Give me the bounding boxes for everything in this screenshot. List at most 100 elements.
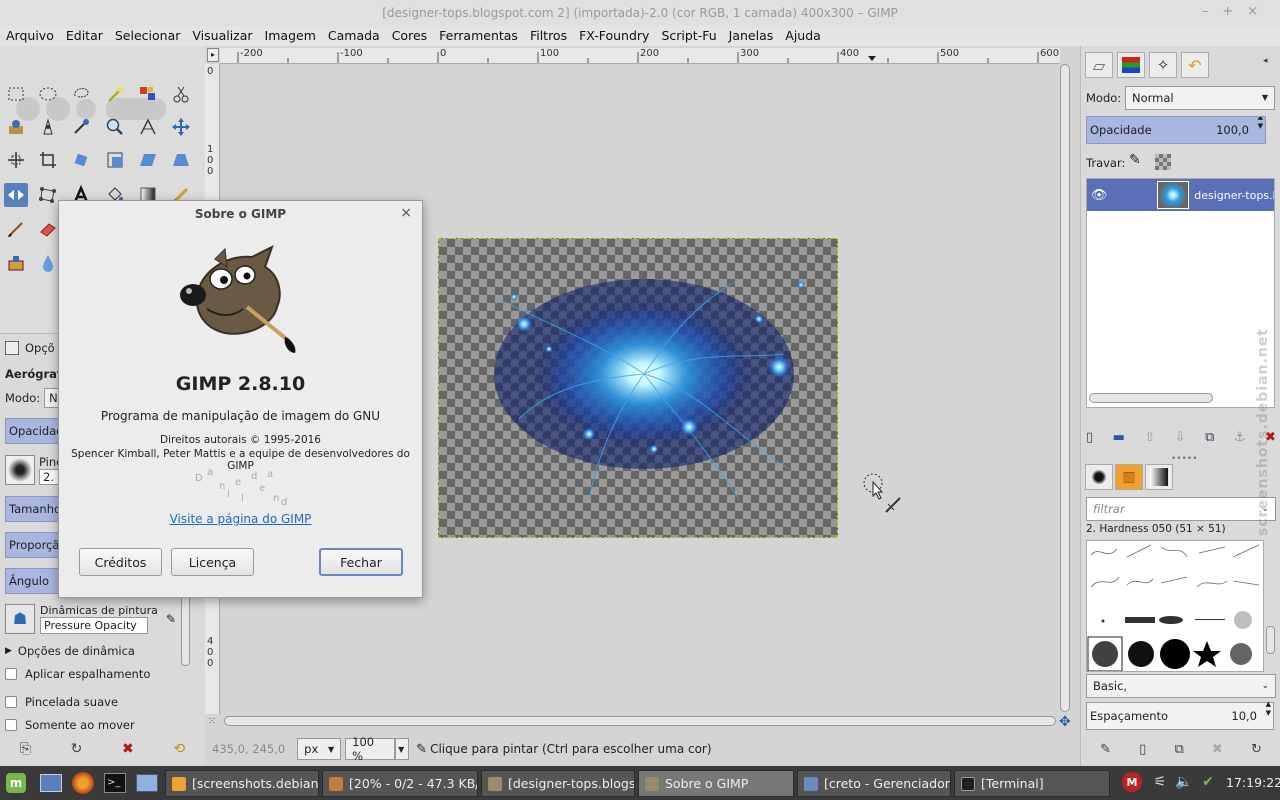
brush-grid-scrollbar[interactable] bbox=[1266, 626, 1275, 654]
dock-menu-icon[interactable]: ◂ bbox=[1263, 56, 1268, 66]
edit-dynamics-icon[interactable]: ✎ bbox=[166, 612, 176, 626]
paths-tab[interactable]: ✧ bbox=[1149, 52, 1177, 78]
tool-options-scrollbar[interactable] bbox=[181, 590, 190, 666]
clock[interactable]: 17:19:22 bbox=[1226, 775, 1280, 790]
zoom-dropdown-button[interactable]: ▼ bbox=[395, 738, 410, 760]
menu-camada[interactable]: Camada bbox=[322, 26, 386, 46]
crop-tool-icon[interactable] bbox=[36, 148, 60, 172]
mint-menu-icon[interactable]: m bbox=[6, 773, 26, 793]
lower-layer-icon[interactable]: ⇩ bbox=[1175, 430, 1186, 445]
menu-selecionar[interactable]: Selecionar bbox=[109, 26, 187, 46]
layer-opacity-slider[interactable]: Opacidade 100,0 ▲ ▼ bbox=[1086, 116, 1266, 144]
channels-tab[interactable] bbox=[1117, 52, 1145, 78]
update-manager-icon[interactable]: ✔ bbox=[1198, 772, 1218, 792]
brushes-tab[interactable] bbox=[1085, 464, 1113, 490]
brush-tag-select[interactable]: Basic, ⌄ bbox=[1086, 674, 1276, 698]
tool-options-tab[interactable]: Opçõ bbox=[5, 336, 55, 360]
menu-cores[interactable]: Cores bbox=[386, 26, 433, 46]
cage-tool-icon[interactable] bbox=[36, 183, 60, 207]
brush-preview-icon[interactable] bbox=[5, 455, 35, 485]
raise-layer-icon[interactable]: ⇧ bbox=[1144, 430, 1155, 445]
layer-row[interactable]: 👁 designer-tops.b bbox=[1087, 179, 1274, 211]
task-screenshots[interactable]: [screenshots.debian.... bbox=[165, 770, 319, 797]
task-about-gimp[interactable]: Sobre o GIMP bbox=[638, 770, 794, 797]
horizontal-ruler[interactable]: -200 -100 0 100 200 300 400 500 600 bbox=[220, 48, 1060, 64]
zoom-select[interactable]: 100 % bbox=[345, 735, 396, 763]
new-layer-icon[interactable]: ▯ bbox=[1086, 430, 1093, 445]
reset-options-icon[interactable]: ⟲ bbox=[173, 741, 185, 757]
smooth-stroke-checkbox[interactable]: Pincelada suave bbox=[5, 690, 118, 714]
minimize-icon[interactable]: – bbox=[1202, 4, 1223, 19]
gradients-tab[interactable] bbox=[1145, 464, 1173, 490]
align-tool-icon[interactable] bbox=[4, 148, 28, 172]
menu-ajuda[interactable]: Ajuda bbox=[779, 26, 827, 46]
close-button[interactable]: Fechar bbox=[319, 548, 403, 576]
zoom-tool-icon[interactable] bbox=[103, 115, 127, 139]
firefox-launcher-icon[interactable] bbox=[72, 772, 94, 794]
paths-tool-icon[interactable] bbox=[36, 115, 60, 139]
menu-arquivo[interactable]: Arquivo bbox=[0, 26, 60, 46]
dynamics-options-expander[interactable]: ▶ Opções de dinâmica bbox=[5, 639, 135, 663]
brush-spacing-slider[interactable]: Espaçamento 10,0 ▲ ▼ bbox=[1086, 700, 1274, 730]
rotate-tool-icon[interactable] bbox=[69, 148, 93, 172]
patterns-tab[interactable]: ▥ bbox=[1115, 464, 1143, 490]
menu-editar[interactable]: Editar bbox=[60, 26, 109, 46]
layer-list-scrollbar[interactable] bbox=[1089, 393, 1213, 403]
layer-visibility-eye-icon[interactable]: 👁 bbox=[1087, 188, 1111, 203]
dynamics-icon[interactable]: ☗ bbox=[5, 604, 35, 634]
image-canvas[interactable] bbox=[438, 238, 838, 538]
navigate-icon[interactable]: ✥ bbox=[1059, 714, 1071, 730]
horizontal-scrollbar[interactable] bbox=[224, 716, 1056, 726]
terminal-launcher-icon[interactable]: >_ bbox=[104, 773, 126, 793]
layer-name[interactable]: designer-tops.b bbox=[1194, 189, 1274, 202]
scissors-select-icon[interactable] bbox=[169, 82, 193, 106]
menu-fx-foundry[interactable]: FX-Foundry bbox=[573, 26, 655, 46]
delete-brush-icon[interactable]: ✖ bbox=[1212, 742, 1223, 757]
undo-history-tab[interactable]: ↶ bbox=[1181, 52, 1209, 78]
spin-arrows-icon[interactable]: ▲ ▼ bbox=[1258, 117, 1263, 131]
clone-tool-icon[interactable] bbox=[4, 251, 28, 275]
fuzzy-select-icon[interactable] bbox=[103, 82, 127, 106]
layer-mode-select[interactable]: Normal ▼ bbox=[1125, 86, 1275, 110]
flip-tool-icon[interactable] bbox=[4, 183, 28, 207]
zoom-to-fit-icon[interactable]: ⁙ bbox=[208, 716, 216, 727]
volume-icon[interactable]: 🔈 bbox=[1174, 772, 1194, 792]
mail-notification-icon[interactable]: M bbox=[1122, 772, 1142, 792]
lock-alpha-icon[interactable] bbox=[1155, 154, 1171, 170]
paintbrush-tool-icon[interactable] bbox=[4, 217, 28, 241]
credits-button[interactable]: Créditos bbox=[79, 548, 162, 576]
lasso-select-icon[interactable] bbox=[69, 82, 93, 106]
menu-filtros[interactable]: Filtros bbox=[524, 26, 573, 46]
brush-grid[interactable] bbox=[1086, 540, 1264, 672]
task-gimp-image[interactable]: [designer-tops.blogs... bbox=[481, 770, 635, 797]
smooth-stroke-check[interactable] bbox=[5, 696, 17, 708]
anchor-layer-icon[interactable]: ⚓ bbox=[1234, 430, 1246, 445]
duplicate-layer-icon[interactable]: ⧉ bbox=[1205, 430, 1214, 445]
motion-only-checkbox[interactable]: Somente ao mover bbox=[5, 718, 135, 732]
gimp-website-link[interactable]: Visite a página do GIMP bbox=[59, 512, 422, 526]
duplicate-brush-icon[interactable]: ⧉ bbox=[1174, 742, 1183, 757]
task-terminal[interactable]: [Terminal] bbox=[954, 770, 1110, 797]
dynamics-field[interactable]: Pressure Opacity bbox=[40, 617, 148, 634]
menu-janelas[interactable]: Janelas bbox=[723, 26, 780, 46]
blur-tool-icon[interactable] bbox=[36, 251, 60, 275]
new-layer-group-icon[interactable]: ▬ bbox=[1113, 430, 1125, 445]
unit-select[interactable]: px ▼ bbox=[297, 738, 342, 760]
quick-mask-menu-icon[interactable]: ▸ bbox=[207, 48, 219, 62]
color-picker-icon[interactable] bbox=[69, 115, 93, 139]
perspective-tool-icon[interactable] bbox=[169, 148, 193, 172]
menu-imagem[interactable]: Imagem bbox=[259, 26, 322, 46]
spin-arrows-icon[interactable]: ▲ ▼ bbox=[1266, 700, 1271, 718]
measure-tool-icon[interactable] bbox=[136, 115, 160, 139]
restore-options-icon[interactable]: ↻ bbox=[71, 741, 83, 757]
eraser-tool-icon[interactable] bbox=[36, 217, 60, 241]
task-download[interactable]: [20% - 0/2 - 47.3 KB/s... bbox=[322, 770, 478, 797]
menu-ferramentas[interactable]: Ferramentas bbox=[433, 26, 524, 46]
move-tool-icon[interactable] bbox=[169, 115, 193, 139]
motion-only-check[interactable] bbox=[5, 719, 17, 731]
files-launcher-icon[interactable] bbox=[136, 774, 158, 792]
scale-tool-icon[interactable] bbox=[103, 148, 127, 172]
maximize-icon[interactable]: + bbox=[1222, 4, 1247, 19]
close-icon[interactable]: × bbox=[1247, 4, 1272, 19]
rect-select-icon[interactable] bbox=[4, 82, 28, 106]
